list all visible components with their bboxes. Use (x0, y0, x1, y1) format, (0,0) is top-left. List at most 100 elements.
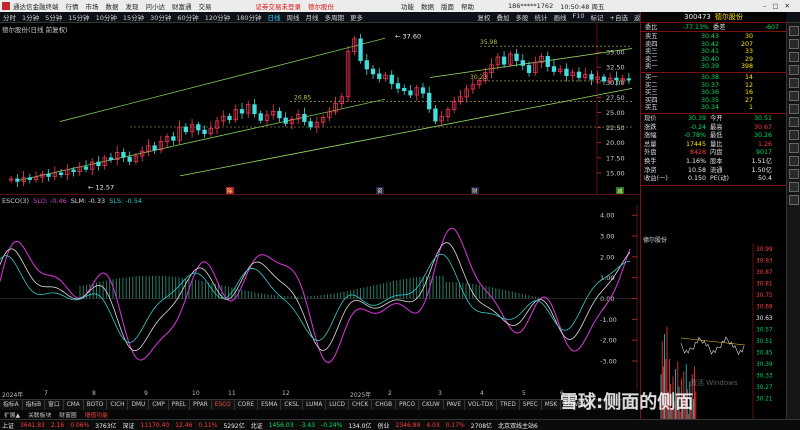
indicator-tab[interactable]: CMP (149, 399, 169, 411)
indicator-tab[interactable]: CORE (235, 399, 259, 411)
sells-row[interactable]: 卖三 30.41 33 (641, 48, 786, 56)
side-tool-icon[interactable] (789, 182, 799, 192)
right-menu-item[interactable]: 数据 (421, 1, 434, 11)
side-tool-icon[interactable] (789, 130, 799, 140)
indicator-tab[interactable]: ESMA (258, 399, 282, 411)
index-cy-label[interactable]: 创业 (378, 421, 390, 430)
period-tab[interactable]: 15分钟 (65, 12, 92, 22)
right-menu-item[interactable]: 功能 (401, 1, 414, 11)
indicator-tab[interactable]: LUMA (303, 399, 327, 411)
buys-row[interactable]: 买五 30.34 1 (641, 104, 786, 112)
indicator-tab[interactable]: CKUW (419, 399, 444, 411)
menu-item[interactable]: 问小达 (146, 1, 166, 11)
window-controls[interactable]: –□✕ (763, 2, 796, 10)
indicator-tab[interactable]: CHCK (349, 399, 373, 411)
tool-button[interactable]: F10 (570, 12, 588, 22)
buys-row[interactable]: 买四 30.35 27 (641, 97, 786, 105)
bottom-tab[interactable]: 财富圈 (55, 410, 80, 419)
indicator-tab[interactable]: DMU (128, 399, 150, 411)
indicator-name[interactable]: ESCO(3) (2, 197, 29, 205)
indicator-chart[interactable]: 4.00 3.00 2.00 1.00 0.00 -1.00 -2.00 -3.00 (0, 205, 639, 390)
sells-row[interactable]: 卖五 30.43 30 (641, 33, 786, 41)
indicator-tab[interactable]: CHGB (372, 399, 397, 411)
right-menu-item[interactable]: 版面 (441, 1, 454, 11)
indicator-tab[interactable]: ESCO (212, 399, 235, 411)
side-tool-icon[interactable] (789, 65, 799, 75)
user-phone[interactable]: 186*****1762 (508, 2, 553, 10)
buys-row[interactable]: 买一 30.38 14 (641, 74, 786, 82)
menu-item[interactable]: 财富通 (172, 1, 192, 11)
server-status[interactable]: 北京双线主站6 (498, 421, 538, 430)
period-tab[interactable]: 更多 (347, 12, 366, 22)
buys-row[interactable]: 买三 30.36 16 (641, 89, 786, 97)
menu-item[interactable]: 市场 (86, 1, 99, 11)
period-tab[interactable]: 5分钟 (42, 12, 65, 22)
tool-button[interactable]: +自选 (607, 12, 631, 22)
tool-button[interactable]: 标记 (588, 12, 607, 22)
period-tab[interactable]: 180分钟 (233, 12, 264, 22)
side-tool-icon[interactable] (789, 91, 799, 101)
index-sz-label[interactable]: 深证 (123, 421, 135, 430)
indicator-tab[interactable]: PREL (169, 399, 191, 411)
indicator-tab[interactable]: PAVE (444, 399, 466, 411)
index-sh-label[interactable]: 上证 (2, 421, 14, 430)
login-notice[interactable]: 证券交易未登录 (256, 1, 302, 11)
menu-item[interactable]: 数据 (106, 1, 119, 11)
side-tool-icon[interactable] (789, 52, 799, 62)
period-tab[interactable]: 30分钟 (147, 12, 174, 22)
indicator-tab[interactable]: 指标A (0, 399, 23, 411)
period-tab[interactable]: 10分钟 (93, 12, 120, 22)
bottom-tab[interactable]: 关联板块 (24, 410, 55, 419)
side-tool-icon[interactable] (789, 195, 799, 205)
period-tab[interactable]: 月线 (303, 12, 322, 22)
period-tab[interactable]: 日线 (265, 12, 284, 22)
period-tab[interactable]: 60分钟 (174, 12, 201, 22)
side-tool-icon[interactable] (789, 117, 799, 127)
period-tab[interactable]: 多周期 (322, 12, 348, 22)
indicator-tab[interactable]: CMA (64, 399, 84, 411)
indicator-tab[interactable]: CICH (107, 399, 129, 411)
side-tool-icon[interactable] (789, 169, 799, 179)
indicator-tab[interactable]: 窗口 (45, 399, 64, 411)
sells-row[interactable]: 卖二 30.40 29 (641, 56, 786, 64)
ratio-word: 委差 (713, 24, 726, 31)
bottom-tab[interactable]: 扩展▲ (0, 410, 24, 419)
indicator-tab[interactable]: MSK (542, 399, 562, 411)
menu-item[interactable]: 交易 (199, 1, 212, 11)
indicator-tab[interactable]: TRED (497, 399, 520, 411)
tool-button[interactable]: 画线 (551, 12, 570, 22)
period-tab[interactable]: 120分钟 (202, 12, 233, 22)
tool-button[interactable]: 统计 (532, 12, 551, 22)
right-menu-item[interactable]: 帮助 (461, 1, 474, 11)
tool-button[interactable]: 叠加 (494, 12, 513, 22)
index-bj-label[interactable]: 北证 (251, 421, 263, 430)
price-chart[interactable]: 35.00 32.50 30.00 27.50 25.00 22.50 20.00 17.50… (0, 23, 639, 195)
indicator-tab[interactable]: BOTO (84, 399, 108, 411)
indicator-tab[interactable]: PRCO (396, 399, 420, 411)
side-tool-icon[interactable] (789, 39, 799, 49)
buys-price: 30.35 (700, 96, 719, 104)
side-tool-icon[interactable] (789, 156, 799, 166)
period-tab[interactable]: 15分钟 (120, 12, 147, 22)
menu-item[interactable]: 行情 (66, 1, 79, 11)
side-tool-icon[interactable] (789, 104, 799, 114)
period-tab[interactable]: 周线 (284, 12, 303, 22)
indicator-tab[interactable]: SPEC (520, 399, 542, 411)
sells-row[interactable]: 卖一 30.39 398 (641, 63, 786, 71)
indicator-tab[interactable]: CKSL (281, 399, 304, 411)
side-tool-icon[interactable] (789, 26, 799, 36)
menu-item[interactable]: 发现 (126, 1, 139, 11)
tool-button[interactable]: 复权 (475, 12, 494, 22)
indicator-tab[interactable]: VOL-TDX (465, 399, 498, 411)
indicator-tab[interactable]: PPAR (190, 399, 212, 411)
buys-row[interactable]: 买二 30.37 12 (641, 82, 786, 90)
indicator-tab[interactable]: 指标B (23, 399, 46, 411)
side-tool-icon[interactable] (789, 78, 799, 88)
sells-row[interactable]: 卖四 30.42 207 (641, 41, 786, 49)
side-tool-icon[interactable] (789, 143, 799, 153)
bottom-tab[interactable]: 增值功能 (81, 410, 112, 419)
indicator-tab[interactable]: LUCD (326, 399, 349, 411)
period-tab[interactable]: 1分钟 (19, 12, 42, 22)
period-tab[interactable]: 分时 (0, 12, 19, 22)
tool-button[interactable]: 多股 (513, 12, 532, 22)
